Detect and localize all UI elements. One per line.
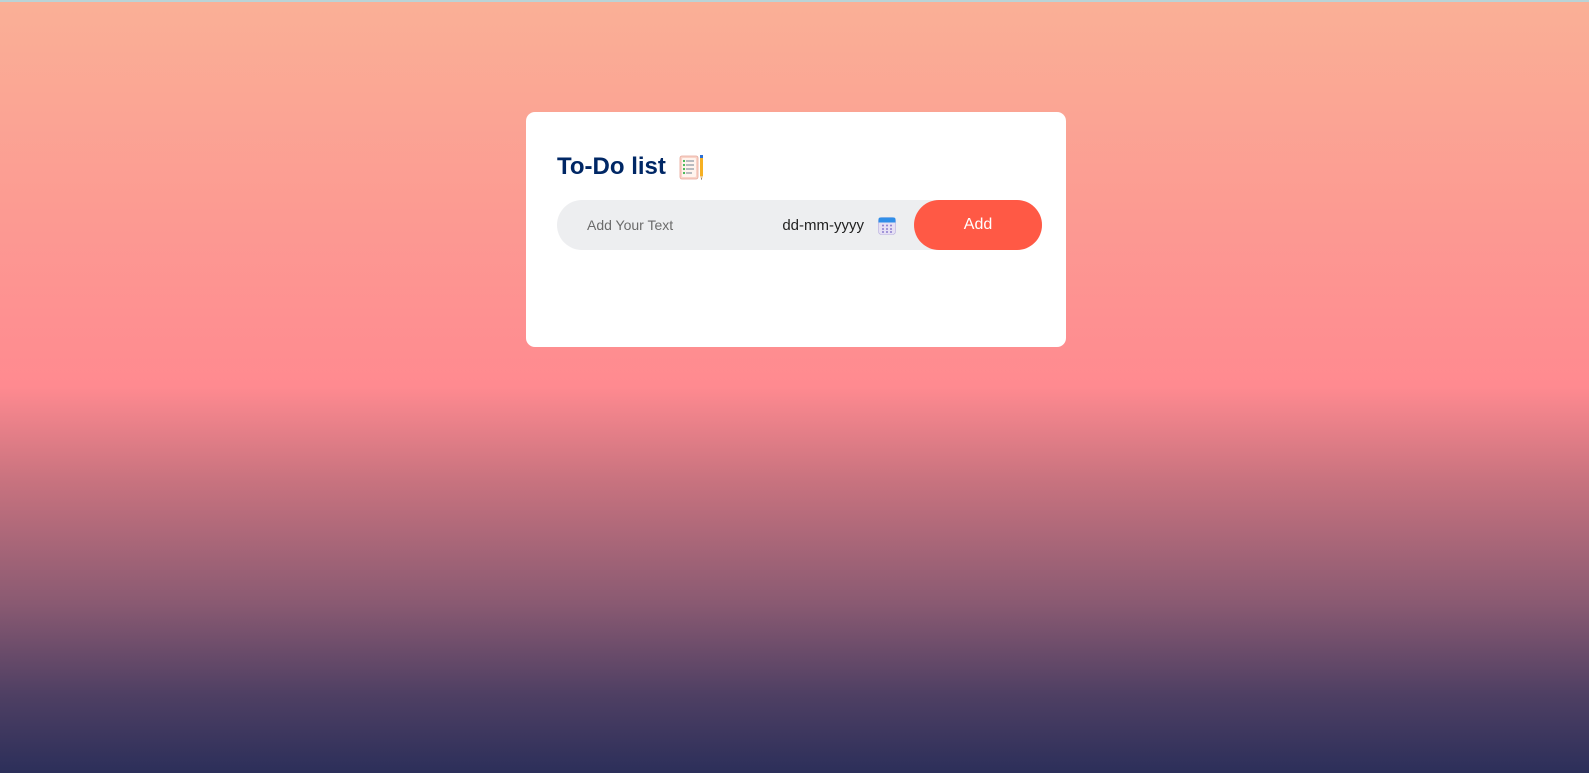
add-button[interactable]: Add [914, 200, 1042, 250]
notepad-pencil-icon [677, 153, 705, 181]
window-top-border [0, 0, 1589, 2]
page-title: To-Do list [557, 153, 666, 180]
todo-text-input[interactable] [557, 199, 783, 251]
todo-card: To-Do list dd-mm-yyyy [526, 112, 1066, 347]
input-row: dd-mm-yyyy Add [557, 199, 1042, 251]
title-row: To-Do list [557, 152, 1042, 182]
date-input[interactable]: dd-mm-yyyy [782, 200, 896, 250]
calendar-icon[interactable] [878, 216, 896, 235]
date-placeholder: dd-mm-yyyy [782, 216, 864, 234]
